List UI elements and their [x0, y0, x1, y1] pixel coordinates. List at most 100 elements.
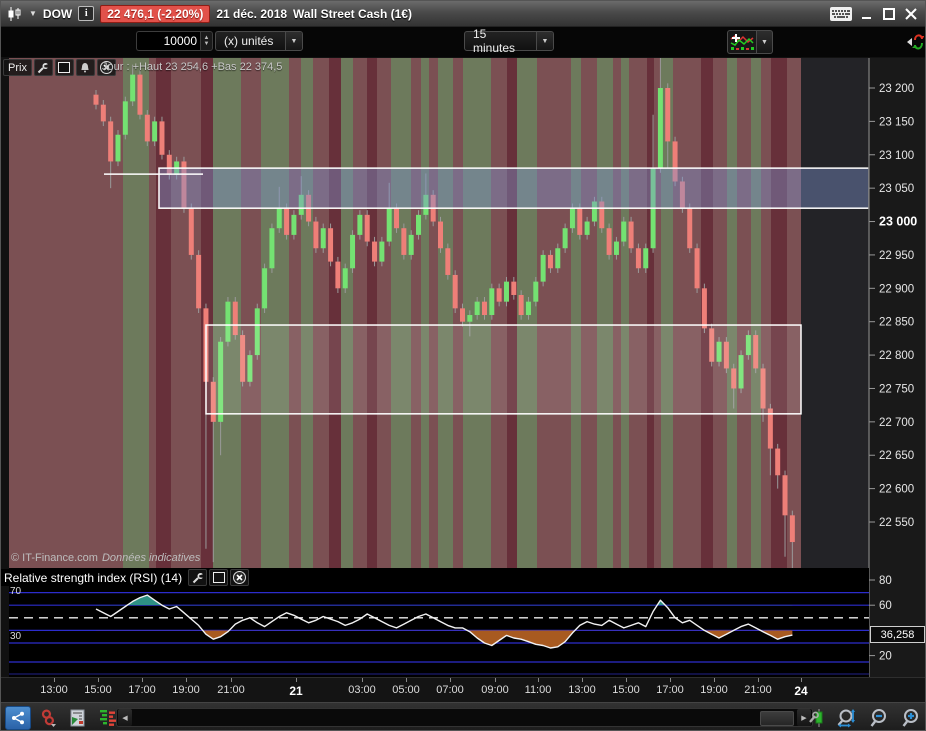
- candle-down: [196, 254, 202, 309]
- candle-up: [533, 281, 539, 302]
- units-dropdown[interactable]: (x) unités ▼: [215, 31, 303, 51]
- timeframe-dropdown-label: 15 minutes: [473, 27, 516, 55]
- share-workspace-button[interactable]: [5, 705, 31, 730]
- wrench-icon[interactable]: [33, 59, 53, 76]
- horizontal-scrollbar[interactable]: ◀ ▶: [116, 708, 813, 727]
- price-tick-label: 23 200: [879, 83, 914, 95]
- price-chart-canvas[interactable]: 23 200 23 150 23 100 23 050 23 000 22 950 22 9…: [1, 1, 926, 731]
- close-pane-icon[interactable]: [230, 569, 250, 586]
- candle-down: [93, 94, 99, 105]
- candle-up: [657, 88, 663, 169]
- candle-down: [460, 308, 465, 322]
- trading-app-window: 23 200 23 150 23 100 23 050 23 000 22 950 22 9…: [0, 0, 926, 731]
- candle-up: [130, 74, 136, 102]
- time-tick: [54, 678, 55, 682]
- price-tick-label: 22 650: [879, 450, 914, 462]
- window-style-icon[interactable]: [54, 59, 74, 76]
- candle-down: [284, 208, 290, 235]
- maximize-button[interactable]: [883, 7, 895, 20]
- timeframe-dropdown[interactable]: 15 minutes ▼: [464, 27, 554, 55]
- zoom-out-button[interactable]: [867, 706, 893, 730]
- drawn-zone-rectangle-1[interactable]: [158, 167, 870, 209]
- candle-down: [372, 241, 378, 262]
- candle-down: [100, 104, 106, 122]
- zoom-fit-button[interactable]: [835, 706, 861, 730]
- trend-band: [507, 58, 517, 568]
- price-tick-label: 22 850: [879, 317, 914, 329]
- price-tick-label: 22 950: [879, 250, 914, 262]
- chevron-down-icon[interactable]: ▼: [757, 30, 773, 54]
- quantity-input[interactable]: [136, 31, 200, 51]
- drawn-zone-rectangle-2[interactable]: [205, 324, 802, 415]
- symbol-label: DOW: [42, 6, 73, 21]
- time-tick: [626, 678, 627, 682]
- rsi-level-30-label: 30: [10, 631, 22, 642]
- price-axis[interactable]: 23 200 23 150 23 100 23 050 23 000 22 950 22 9…: [868, 58, 926, 677]
- price-pane-header: Prix: [3, 59, 116, 76]
- price-tick-label: 23 150: [879, 116, 914, 128]
- info-button[interactable]: i: [78, 6, 95, 21]
- time-tick: [142, 678, 143, 682]
- side-panel-toggle-icon[interactable]: [905, 29, 925, 55]
- date-label: 21 déc. 2018: [216, 6, 288, 21]
- titlebar: ▼ DOW i 22 476,1 (-2,20%) 21 déc. 2018 W…: [1, 1, 925, 27]
- candle-down: [775, 448, 781, 476]
- candle-up: [643, 248, 649, 269]
- candle-up: [584, 221, 590, 235]
- price-tick-label: 22 550: [879, 517, 914, 529]
- trend-band: [367, 58, 377, 568]
- candle-down: [481, 301, 487, 316]
- alert-bell-icon[interactable]: [75, 59, 95, 76]
- news-button[interactable]: [65, 706, 91, 730]
- trend-band: [171, 58, 201, 568]
- trend-band: [621, 58, 629, 568]
- close-button[interactable]: [905, 7, 917, 20]
- time-tick: [495, 678, 496, 682]
- quote-badge: 22 476,1 (-2,20%): [100, 4, 211, 23]
- candle-up: [379, 241, 385, 262]
- trend-band: [261, 58, 289, 568]
- time-tick-label: 11:00: [524, 684, 552, 696]
- minimize-button[interactable]: [862, 8, 873, 20]
- trend-band: [787, 58, 801, 568]
- candle-down: [313, 221, 319, 249]
- candle-down: [452, 274, 458, 309]
- candle-down: [108, 121, 114, 162]
- time-tick: [406, 678, 407, 682]
- chart-toolbar: ▲▼ (x) unités ▼ 15 minutes ▼ ▼: [1, 27, 925, 57]
- scroll-left-arrow[interactable]: ◀: [118, 709, 132, 726]
- price-tick-label: 22 800: [879, 350, 914, 362]
- candle-up: [613, 241, 619, 255]
- link-charts-button[interactable]: [35, 706, 61, 730]
- candle-down: [335, 261, 341, 289]
- keyboard-icon[interactable]: [830, 6, 852, 21]
- candle-down: [188, 208, 194, 255]
- add-indicator-button[interactable]: [727, 30, 757, 54]
- window-style-icon[interactable]: [209, 569, 229, 586]
- symbol-dropdown-caret-icon[interactable]: ▼: [29, 9, 37, 18]
- candle-up: [115, 134, 121, 162]
- zoom-in-button[interactable]: [899, 706, 925, 730]
- candle-down: [701, 288, 707, 329]
- display-settings-button[interactable]: [803, 706, 829, 730]
- price-tick-label: 23 050: [879, 183, 914, 195]
- time-tick-label: 19:00: [700, 684, 728, 696]
- candlestick-chart-icon[interactable]: [7, 6, 23, 21]
- time-tick: [714, 678, 715, 682]
- copyright-notice: © IT-Finance.com Données indicatives: [11, 552, 200, 564]
- candle-up: [122, 101, 128, 135]
- price-tick-label: 22 750: [879, 383, 914, 395]
- wrench-icon[interactable]: [188, 569, 208, 586]
- time-axis[interactable]: 13:00 15:00 17:00 19:00 21:00 21 03:00 05:00 07:…: [1, 677, 925, 702]
- trend-band: [377, 58, 391, 568]
- candle-up: [291, 214, 297, 235]
- rsi-level-70-label: 70: [10, 586, 22, 597]
- scrollbar-thumb[interactable]: [760, 711, 794, 726]
- units-dropdown-label: (x) unités: [224, 34, 274, 48]
- candle-up: [503, 281, 509, 302]
- trend-band: [751, 58, 761, 568]
- quantity-stepper[interactable]: ▲ ▼: [200, 31, 213, 51]
- candle-up: [386, 208, 392, 242]
- candle-up: [152, 121, 158, 142]
- price-tick-label: 22 900: [879, 283, 914, 295]
